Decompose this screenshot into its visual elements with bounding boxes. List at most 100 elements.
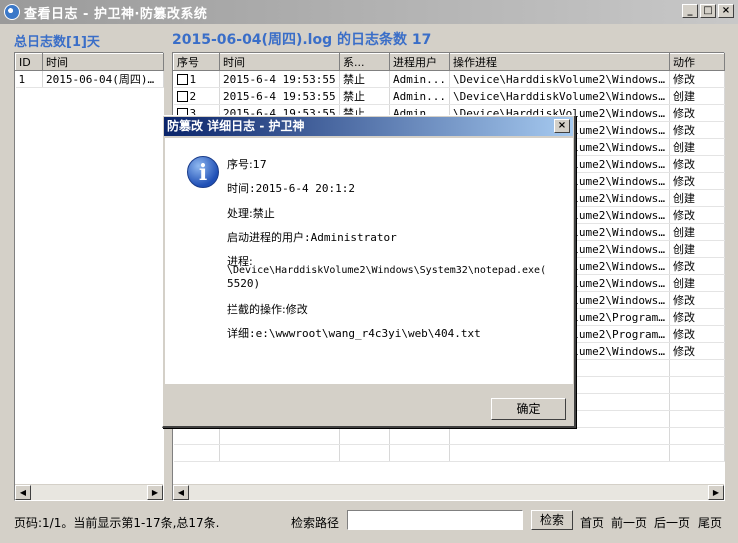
- empty-cell: [339, 444, 390, 462]
- column-time[interactable]: 时间: [42, 53, 164, 71]
- empty-cell: [669, 410, 725, 428]
- cell-action: 修改: [669, 291, 725, 309]
- log-row[interactable]: 1 2015-6-4 19:53:55 禁止 Admin... \Device\Hard…: [173, 70, 725, 88]
- dialog-title: 防篡改 详细日志 - 护卫神: [164, 117, 573, 136]
- search-button[interactable]: 检索: [531, 510, 573, 530]
- log-count-header: 2015-06-04(周四).log 的日志条数 17: [172, 32, 432, 48]
- cell-process-user: Admin...: [389, 87, 450, 105]
- empty-cell: [173, 427, 220, 445]
- column-process-user[interactable]: 进程用户: [389, 53, 450, 71]
- window-title: 查看日志 - 护卫神·防篡改系统: [24, 6, 208, 22]
- right-horizontal-scrollbar[interactable]: ◀ ▶: [173, 484, 724, 500]
- empty-cell: [669, 393, 725, 411]
- detail-operation: 拦截的操作:修改: [227, 303, 308, 316]
- empty-cell: [669, 376, 725, 394]
- cell-action: 创建: [669, 138, 725, 156]
- day-list-panel: ID 时间 1 2015-06-04(周四)... ◀ ▶: [14, 52, 164, 501]
- detail-handling: 处理:禁止: [227, 207, 275, 220]
- column-process[interactable]: 操作进程: [449, 53, 670, 71]
- column-time[interactable]: 时间: [219, 53, 340, 71]
- cell-action: 修改: [669, 121, 725, 139]
- scroll-left-icon[interactable]: ◀: [15, 485, 31, 500]
- empty-cell: [449, 427, 670, 445]
- cell-system: 禁止: [339, 70, 390, 88]
- detail-user: 启动进程的用户:Administrator: [227, 231, 397, 244]
- day-id: 1: [15, 70, 43, 88]
- cell-system: 禁止: [339, 87, 390, 105]
- cell-action: 修改: [669, 206, 725, 224]
- cell-select: 1: [173, 70, 220, 88]
- prev-page-link[interactable]: 前一页: [611, 514, 647, 531]
- first-page-link[interactable]: 首页: [580, 514, 604, 531]
- day-time: 2015-06-04(周四)...: [42, 70, 164, 88]
- cell-action: 修改: [669, 70, 725, 88]
- empty-cell: [389, 444, 450, 462]
- cell-time: 2015-6-4 19:53:55: [219, 70, 340, 88]
- cell-action: 修改: [669, 155, 725, 173]
- cell-process: \Device\HarddiskVolume2\Windows...: [449, 87, 670, 105]
- column-serial[interactable]: 序号: [173, 53, 220, 71]
- cell-action: 修改: [669, 257, 725, 275]
- row-checkbox[interactable]: [176, 90, 188, 102]
- empty-row: [173, 444, 725, 462]
- empty-cell: [339, 427, 390, 445]
- cell-action: 创建: [669, 240, 725, 258]
- cell-action: 修改: [669, 308, 725, 326]
- info-icon: i: [187, 156, 219, 188]
- detail-path: 详细:e:\wwwroot\wang_r4c3yi\web\404.txt: [227, 327, 481, 340]
- column-action[interactable]: 动作: [669, 53, 725, 71]
- empty-cell: [669, 444, 725, 462]
- scroll-left-icon[interactable]: ◀: [173, 485, 189, 500]
- cell-action: 修改: [669, 325, 725, 343]
- close-button[interactable]: ×: [718, 4, 734, 18]
- cell-action: 修改: [669, 104, 725, 122]
- total-days-header: 总日志数[1]天: [14, 35, 100, 50]
- empty-cell: [219, 427, 340, 445]
- detail-serial: 序号:17: [227, 158, 267, 171]
- title-bar: 查看日志 - 护卫神·防篡改系统 _ □ ×: [0, 0, 738, 24]
- empty-cell: [669, 427, 725, 445]
- cell-action: 创建: [669, 274, 725, 292]
- detail-process-pid: 5520): [227, 277, 261, 290]
- day-row[interactable]: 1 2015-06-04(周四)...: [15, 70, 164, 88]
- cell-action: 修改: [669, 172, 725, 190]
- empty-cell: [219, 444, 340, 462]
- next-page-link[interactable]: 后一页: [654, 514, 690, 531]
- cell-serial: 1: [189, 72, 197, 86]
- empty-cell: [389, 427, 450, 445]
- scroll-right-icon[interactable]: ▶: [708, 485, 724, 500]
- cell-action: 修改: [669, 342, 725, 360]
- cell-action: 创建: [669, 87, 725, 105]
- app-shield-icon: [4, 4, 20, 20]
- last-page-link[interactable]: 尾页: [698, 514, 722, 531]
- cell-serial: 2: [189, 89, 197, 103]
- detail-process-path: \Device\HarddiskVolume2\Windows\System32…: [227, 265, 547, 276]
- scroll-right-icon[interactable]: ▶: [147, 485, 163, 500]
- log-row[interactable]: 2 2015-6-4 19:53:55 禁止 Admin... \Device\Hard…: [173, 87, 725, 105]
- cell-action: 创建: [669, 223, 725, 241]
- column-system[interactable]: 系...: [339, 53, 390, 71]
- column-id[interactable]: ID: [15, 53, 43, 71]
- cell-process-user: Admin...: [389, 70, 450, 88]
- dialog-close-button[interactable]: ×: [554, 119, 570, 133]
- maximize-button[interactable]: □: [700, 4, 716, 18]
- empty-cell: [173, 444, 220, 462]
- empty-cell: [669, 359, 725, 377]
- log-detail-dialog: 防篡改 详细日志 - 护卫神 × i 序号:17 时间:2015-6-4 20:…: [162, 115, 576, 428]
- dialog-content: i 序号:17 时间:2015-6-4 20:1:2 处理:禁止 启动进程的用户…: [165, 138, 573, 384]
- row-checkbox[interactable]: [176, 73, 188, 85]
- ok-button[interactable]: 确定: [491, 398, 566, 420]
- cell-action: 创建: [669, 189, 725, 207]
- page-status: 页码:1/1。当前显示第1-17条,总17条.: [14, 516, 220, 530]
- cell-process: \Device\HarddiskVolume2\Windows...: [449, 70, 670, 88]
- empty-row: [173, 427, 725, 445]
- empty-cell: [449, 444, 670, 462]
- search-path-input[interactable]: [347, 510, 523, 530]
- search-path-label: 检索路径: [291, 516, 340, 530]
- detail-time: 时间:2015-6-4 20:1:2: [227, 182, 355, 195]
- day-list-table: ID 时间 1 2015-06-04(周四)...: [15, 53, 164, 88]
- cell-time: 2015-6-4 19:53:55: [219, 87, 340, 105]
- left-horizontal-scrollbar[interactable]: ◀ ▶: [15, 484, 163, 500]
- minimize-button[interactable]: _: [682, 4, 698, 18]
- cell-select: 2: [173, 87, 220, 105]
